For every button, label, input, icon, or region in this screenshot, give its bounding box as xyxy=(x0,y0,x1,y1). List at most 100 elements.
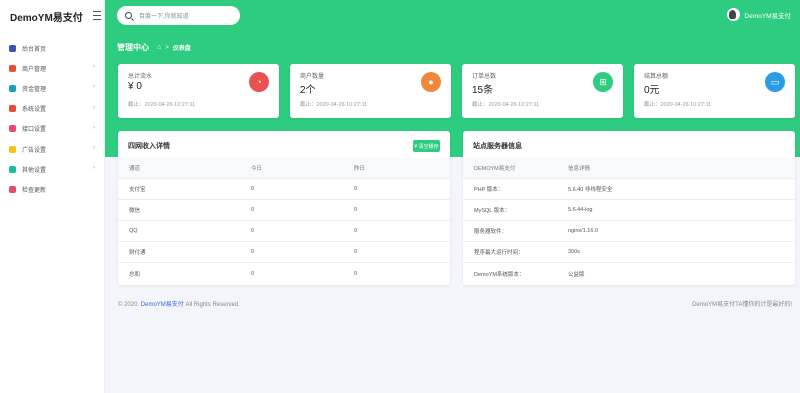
stat-label: 商户数量 xyxy=(300,74,325,80)
income-table: 通道 今日 昨日 支付宝 0 0 微信 0 0 QQ 0 0 财付通 0 0 总… xyxy=(118,158,450,284)
table-cell: 0 xyxy=(354,186,358,192)
brand-logo[interactable]: DemoYM易支付 xyxy=(0,0,104,32)
table-cell: 300s xyxy=(568,249,580,255)
table-cell: PHP 版本： xyxy=(474,187,504,193)
search-input[interactable]: 百度一下,你就知道 xyxy=(117,6,240,25)
chevron-right-icon: › xyxy=(93,144,95,151)
sidebar-item-system[interactable]: 系统设置 › xyxy=(0,99,104,119)
sidebar-item-dashboard[interactable]: 后台首页 xyxy=(0,38,104,58)
table-cell: 服务器软件： xyxy=(474,229,508,235)
table-cell: 0 xyxy=(354,249,358,255)
table-header-row: 通道 今日 昨日 xyxy=(118,158,450,179)
chart-pie-icon: ◔ xyxy=(249,72,269,92)
ad-icon xyxy=(9,145,16,153)
chevron-right-icon: › xyxy=(93,64,95,71)
card-icon: ▭ xyxy=(765,72,785,92)
stat-card-revenue: 总计流水 ¥ 0 截止：2020-04-26 10:27:11 ◔ xyxy=(118,64,279,118)
sidebar-item-update[interactable]: 检查更新 xyxy=(0,179,104,199)
table-row: 程序最大运行时间： 300s xyxy=(463,242,795,263)
footer-suffix: All Rights Reserved. xyxy=(185,302,240,308)
dashboard-icon xyxy=(9,44,16,52)
table-cell: 0 xyxy=(251,249,255,255)
sidebar-item-interface[interactable]: 接口设置 › xyxy=(0,119,104,139)
chevron-right-icon: › xyxy=(93,84,95,91)
table-cell: QQ xyxy=(129,228,138,234)
sidebar-item-label: 广告设置 xyxy=(22,147,47,154)
table-header: DEMOYM易支付 xyxy=(474,166,516,172)
table-cell: 0 xyxy=(354,207,358,213)
stat-value: ¥ 0 xyxy=(128,81,142,92)
update-icon xyxy=(9,185,16,193)
users-icon xyxy=(9,64,16,72)
menu-toggle-icon[interactable] xyxy=(93,11,101,20)
stat-card-orders: 订单总数 15条 截止：2020-04-26 10:27:11 ⊞ xyxy=(462,64,623,118)
table-header: 昨日 xyxy=(354,166,366,172)
clear-cache-button[interactable]: ¥ 清空缓存 xyxy=(413,140,440,152)
table-row: MySQL 版本： 5.6.44-log xyxy=(463,200,795,221)
table-row: PHP 版本： 5.6.40 非线程安全 xyxy=(463,179,795,200)
user-menu[interactable]: DemoYM易支付 xyxy=(727,8,791,21)
table-cell: 5.6.40 非线程安全 xyxy=(568,187,613,193)
sidebar: DemoYM易支付 后台首页 商户管理 › 资金管理 › 系统设置 › 接口设置 › 广… xyxy=(0,0,105,393)
table-row: 支付宝 0 0 xyxy=(118,179,450,200)
stat-label: 总计流水 xyxy=(128,74,153,80)
sidebar-item-merchants[interactable]: 商户管理 › xyxy=(0,58,104,78)
sidebar-nav: 后台首页 商户管理 › 资金管理 › 系统设置 › 接口设置 › 广告设置 › 其他设置 ›… xyxy=(0,38,104,200)
panel-title: 站点服务器信息 xyxy=(473,143,522,150)
stat-value: 15条 xyxy=(472,85,494,96)
sidebar-item-label: 其他设置 xyxy=(22,167,47,174)
table-cell: 0 xyxy=(251,207,255,213)
sidebar-item-other[interactable]: 其他设置 › xyxy=(0,159,104,179)
table-row: QQ 0 0 xyxy=(118,221,450,242)
server-info-table: DEMOYM易支付 信息详情 PHP 版本： 5.6.40 非线程安全 MySQ… xyxy=(463,158,795,284)
sidebar-item-label: 商户管理 xyxy=(22,66,47,73)
home-icon[interactable]: ⌂ xyxy=(157,44,161,51)
sidebar-item-label: 后台首页 xyxy=(22,46,47,53)
stat-value: 2个 xyxy=(300,85,316,96)
table-cell: 5.6.44-log xyxy=(568,207,593,213)
table-cell: 0 xyxy=(354,270,358,277)
search-icon xyxy=(125,12,132,19)
table-cell: 0 xyxy=(251,228,255,234)
chevron-right-icon: › xyxy=(93,165,95,172)
avatar xyxy=(727,8,741,21)
sidebar-item-ads[interactable]: 广告设置 › xyxy=(0,139,104,159)
chevron-right-icon: › xyxy=(93,104,95,111)
table-cell: 微信 xyxy=(129,208,141,214)
sidebar-item-label: 接口设置 xyxy=(22,127,47,134)
table-cell: DemoYM系统版本： xyxy=(474,271,525,278)
table-row: 财付通 0 0 xyxy=(118,242,450,263)
footer-prefix: © 2020. xyxy=(118,302,140,308)
table-cell: 支付宝 xyxy=(129,187,146,193)
cart-icon: ⊞ xyxy=(593,72,613,92)
footer-link[interactable]: DemoYM易支付 xyxy=(141,302,184,308)
table-cell: 0 xyxy=(251,186,255,192)
panel-title: 四网收入详情 xyxy=(128,143,170,150)
stat-time: 截止：2020-04-26 10:27:11 xyxy=(472,102,540,108)
table-cell: 0 xyxy=(354,228,358,234)
sidebar-item-label: 系统设置 xyxy=(22,107,47,114)
footer-copyright: © 2020. DemoYM易支付 All Rights Reserved. xyxy=(118,299,240,308)
breadcrumb: 管理中心 ⌂ > 仪表盘 xyxy=(117,42,191,53)
stat-value: 0元 xyxy=(644,85,660,96)
table-row: DemoYM系统版本： 公益版 xyxy=(463,263,795,284)
table-header: 今日 xyxy=(251,166,263,172)
stat-label: 结算总额 xyxy=(644,74,669,80)
income-panel: 四网收入详情 ¥ 清空缓存 通道 今日 昨日 支付宝 0 0 微信 0 0 QQ… xyxy=(118,131,450,285)
table-cell: 0 xyxy=(251,270,255,277)
table-header: 通道 xyxy=(129,166,141,172)
stat-time: 截止：2020-04-26 10:27:11 xyxy=(300,102,368,108)
table-cell: 总和 xyxy=(129,271,141,278)
sidebar-item-label: 资金管理 xyxy=(22,86,47,93)
stat-card-merchants: 商户数量 2个 截止：2020-04-26 10:27:11 ● xyxy=(290,64,451,118)
stat-time: 截止：2020-04-26 10:27:11 xyxy=(128,102,196,108)
server-info-panel: 站点服务器信息 DEMOYM易支付 信息详情 PHP 版本： 5.6.40 非线… xyxy=(463,131,795,285)
table-header: 信息详情 xyxy=(568,166,591,172)
chevron-right-icon: › xyxy=(93,124,95,131)
settings-icon xyxy=(9,165,16,173)
username: DemoYM易支付 xyxy=(744,12,791,20)
table-row: 服务器软件： nginx/1.16.0 xyxy=(463,221,795,242)
sidebar-item-funds[interactable]: 资金管理 › xyxy=(0,78,104,98)
user-icon: ● xyxy=(421,72,441,92)
sidebar-item-label: 检查更新 xyxy=(22,187,47,194)
